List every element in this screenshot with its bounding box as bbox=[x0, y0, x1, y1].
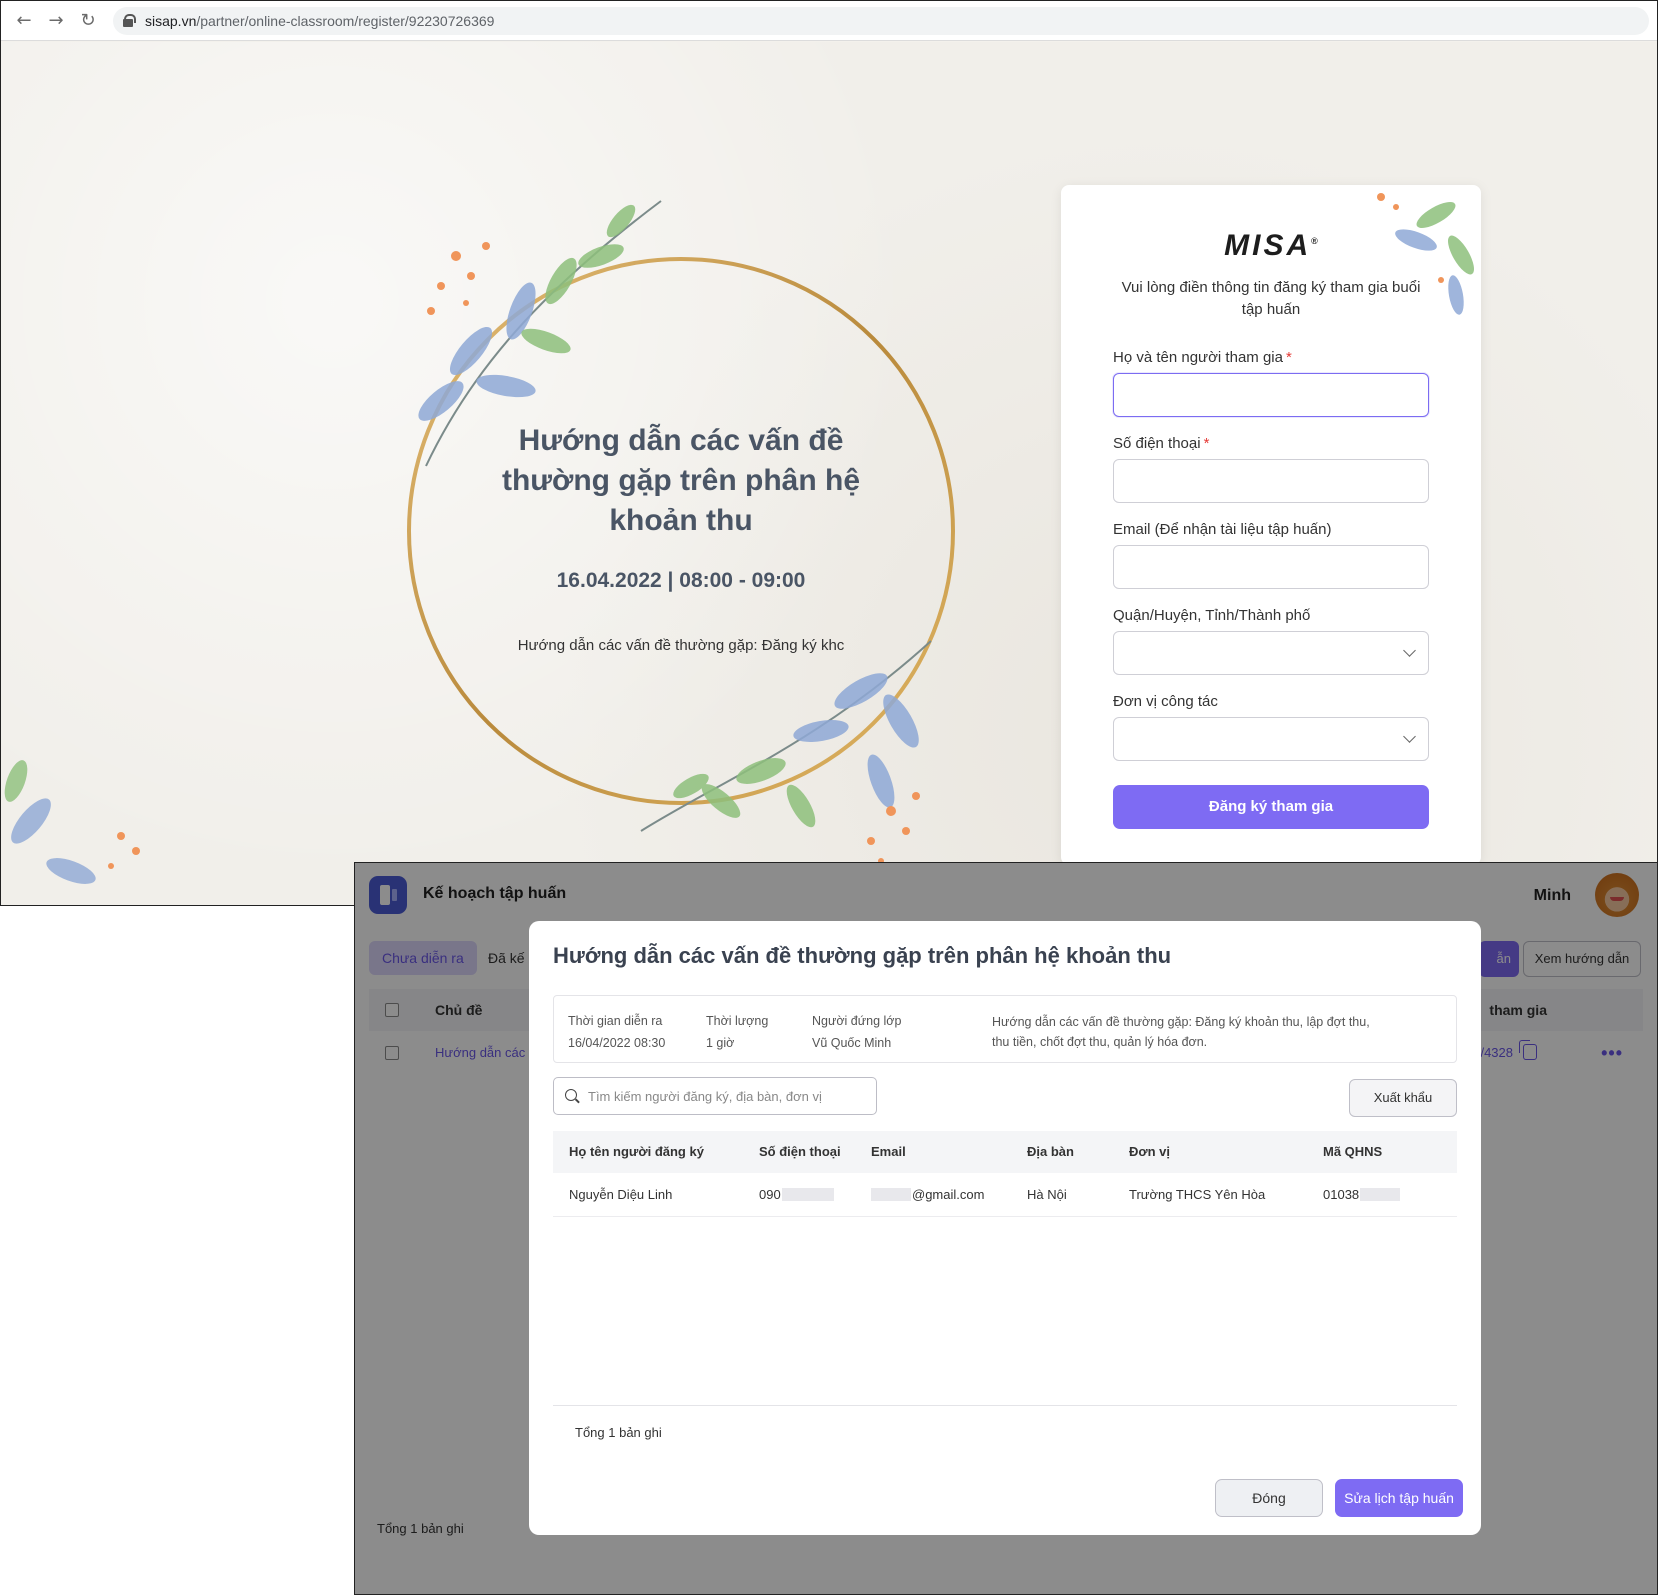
address-bar: ← → ↻ sisap.vn/partner/online-classroom/… bbox=[1, 1, 1657, 41]
info-teacher: Người đứng lớp Vũ Quốc Minh bbox=[812, 1014, 902, 1050]
event-date-time: 16.04.2022 | 08:00 - 09:00 bbox=[556, 569, 806, 592]
cell-email: @gmail.com bbox=[871, 1187, 984, 1202]
app-window: Kế hoạch tập huấn Minh Chưa diễn ra Đã k… bbox=[354, 862, 1658, 1595]
table-row[interactable]: Nguyễn Diệu Linh 090 @gmail.com Hà Nội T… bbox=[553, 1173, 1457, 1217]
cell-unit: Trường THCS Yên Hòa bbox=[1129, 1187, 1266, 1202]
registration-form: MISA® Vui lòng điền thông tin đăng ký th… bbox=[1061, 185, 1481, 865]
col-code: Mã QHNS bbox=[1323, 1144, 1383, 1159]
cell-area: Hà Nội bbox=[1027, 1187, 1067, 1202]
export-button[interactable]: Xuất khẩu bbox=[1349, 1079, 1457, 1117]
url-text: sisap.vn/partner/online-classroom/regist… bbox=[145, 13, 495, 29]
phone-label: Số điện thoại * bbox=[1113, 435, 1210, 452]
info-box: Thời gian diễn ra 16/04/2022 08:30 Thời … bbox=[553, 995, 1457, 1063]
unit-label: Đơn vị công tác bbox=[1113, 693, 1218, 710]
col-name: Họ tên người đăng ký bbox=[569, 1144, 704, 1159]
cell-code: 01038 bbox=[1323, 1187, 1401, 1202]
register-button[interactable]: Đăng ký tham gia bbox=[1113, 785, 1429, 829]
close-button[interactable]: Đóng bbox=[1215, 1479, 1323, 1517]
unit-select[interactable] bbox=[1113, 717, 1429, 761]
cell-name: Nguyễn Diệu Linh bbox=[569, 1187, 673, 1202]
modal-title: Hướng dẫn các vấn đề thường gặp trên phâ… bbox=[553, 943, 1172, 968]
forward-arrow-icon[interactable]: → bbox=[45, 10, 67, 32]
browser-window: ← → ↻ sisap.vn/partner/online-classroom/… bbox=[0, 0, 1658, 906]
cell-phone: 090 bbox=[759, 1187, 834, 1202]
col-area: Địa bàn bbox=[1027, 1144, 1074, 1159]
district-select[interactable] bbox=[1113, 631, 1429, 675]
col-email: Email bbox=[871, 1144, 906, 1159]
event-description: Hướng dẫn các vấn đề thường gặp: Đăng ký… bbox=[517, 637, 845, 654]
col-unit: Đơn vị bbox=[1129, 1144, 1171, 1159]
chevron-down-icon bbox=[1403, 644, 1416, 657]
email-label: Email (Để nhận tài liệu tập huấn) bbox=[1113, 521, 1332, 538]
chevron-down-icon bbox=[1403, 730, 1416, 743]
modal-total: Tổng 1 bản ghi bbox=[575, 1425, 662, 1440]
registrants-table-header: Họ tên người đăng ký Số điện thoại Email… bbox=[553, 1131, 1457, 1173]
event-title: Hướng dẫn các vấn đề thường gặp trên phâ… bbox=[501, 424, 861, 537]
reload-icon[interactable]: ↻ bbox=[77, 10, 99, 32]
search-icon bbox=[565, 1089, 577, 1101]
search-input[interactable]: Tìm kiếm người đăng ký, địa bàn, đơn vị bbox=[553, 1077, 877, 1115]
url-field[interactable]: sisap.vn/partner/online-classroom/regist… bbox=[113, 7, 1649, 35]
name-input[interactable] bbox=[1113, 373, 1429, 417]
email-input[interactable] bbox=[1113, 545, 1429, 589]
phone-input[interactable] bbox=[1113, 459, 1429, 503]
district-label: Quận/Huyện, Tỉnh/Thành phố bbox=[1113, 607, 1311, 624]
search-placeholder: Tìm kiếm người đăng ký, địa bàn, đơn vị bbox=[588, 1089, 822, 1104]
name-label: Họ và tên người tham gia * bbox=[1113, 349, 1292, 366]
misa-logo: MISA® bbox=[1224, 229, 1318, 262]
edit-schedule-button[interactable]: Sửa lịch tập huấn bbox=[1335, 1479, 1463, 1517]
info-description: Hướng dẫn các vấn đề thường gặp: Đăng ký… bbox=[992, 1015, 1370, 1049]
info-duration: Thời lượng 1 giờ bbox=[706, 1014, 769, 1050]
info-time: Thời gian diễn ra 16/04/2022 08:30 bbox=[568, 1014, 666, 1050]
modal-divider bbox=[553, 1405, 1457, 1406]
back-arrow-icon[interactable]: ← bbox=[13, 10, 35, 32]
lock-icon bbox=[123, 14, 136, 27]
form-intro-text: Vui lòng điền thông tin đăng ký tham gia… bbox=[1121, 279, 1421, 318]
col-phone: Số điện thoại bbox=[759, 1144, 841, 1159]
training-detail-modal: Hướng dẫn các vấn đề thường gặp trên phâ… bbox=[529, 921, 1481, 1535]
